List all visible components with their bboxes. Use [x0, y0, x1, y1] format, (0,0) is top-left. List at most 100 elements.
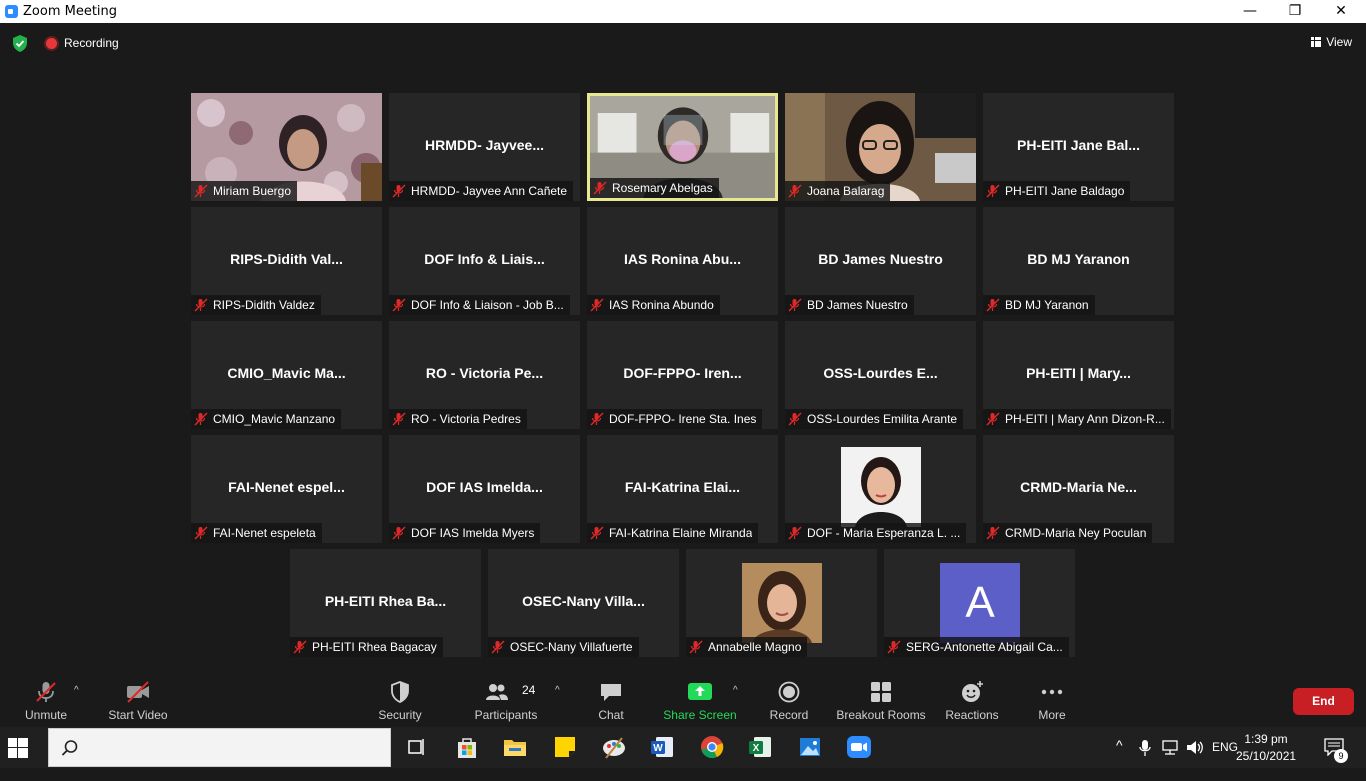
view-button[interactable]: View: [1311, 35, 1352, 49]
record-button[interactable]: Record: [763, 673, 815, 726]
participants-button[interactable]: 24 Participants: [470, 673, 542, 726]
chat-button[interactable]: Chat: [586, 673, 636, 726]
participant-name-label: DOF IAS Imelda Myers: [389, 523, 541, 543]
excel-icon[interactable]: X: [746, 733, 774, 761]
reactions-smile-icon: [962, 681, 983, 702]
file-explorer-icon[interactable]: [501, 733, 529, 761]
participant-tile[interactable]: A SERG-Antonette Abigail Ca...: [884, 549, 1075, 657]
zoom-icon[interactable]: [845, 733, 873, 761]
profile-photo: [841, 447, 921, 527]
participant-tile[interactable]: Annabelle Magno: [686, 549, 877, 657]
volume-tray-icon[interactable]: [1186, 739, 1204, 756]
participant-name-label: RO - Victoria Pedres: [389, 409, 527, 429]
participant-tile[interactable]: RO - Victoria Pe... RO - Victoria Pedres: [389, 321, 580, 429]
participant-display-name: DOF-FPPO- Iren...: [623, 365, 742, 381]
windows-start-icon[interactable]: [8, 738, 28, 758]
microsoft-store-icon[interactable]: [453, 733, 481, 761]
more-button[interactable]: More: [1027, 673, 1077, 726]
svg-text:W: W: [653, 743, 663, 754]
zoom-app-icon: [5, 5, 18, 18]
participant-tile[interactable]: DOF-FPPO- Iren... DOF-FPPO- Irene Sta. In…: [587, 321, 778, 429]
participant-display-name: RIPS-Didith Val...: [230, 251, 343, 267]
mic-muted-icon: [887, 640, 901, 654]
participants-chevron-icon[interactable]: ^: [555, 685, 560, 696]
clock-date: 25/10/2021: [1236, 749, 1297, 763]
taskbar-search-box[interactable]: [48, 728, 391, 767]
participant-tile[interactable]: BD James Nuestro BD James Nuestro: [785, 207, 976, 315]
paint-icon[interactable]: [600, 733, 628, 761]
participant-name: PH-EITI Rhea Bagacay: [312, 640, 437, 654]
recording-label[interactable]: Recording: [64, 36, 119, 50]
participant-tile[interactable]: CMIO_Mavic Ma... CMIO_Mavic Manzano: [191, 321, 382, 429]
search-icon: [61, 740, 78, 756]
recording-dot-icon: [46, 38, 57, 49]
participant-tile[interactable]: FAI-Nenet espel... FAI-Nenet espeleta: [191, 435, 382, 543]
participant-display-name: OSS-Lourdes E...: [823, 365, 938, 381]
participant-tile[interactable]: IAS Ronina Abu... IAS Ronina Abundo: [587, 207, 778, 315]
participant-name: Miriam Buergo: [213, 184, 292, 198]
participant-tile[interactable]: DOF Info & Liais... DOF Info & Liaison - …: [389, 207, 580, 315]
participant-name-label: FAI-Nenet espeleta: [191, 523, 322, 543]
participant-display-name: FAI-Katrina Elai...: [624, 479, 741, 495]
word-icon[interactable]: W: [648, 733, 676, 761]
mic-muted-icon: [986, 184, 1000, 198]
participant-tile[interactable]: HRMDD- Jayvee... HRMDD- Jayvee Ann Cañete: [389, 93, 580, 201]
sticky-notes-icon[interactable]: [551, 733, 579, 761]
participant-tile[interactable]: PH-EITI | Mary... PH-EITI | Mary Ann Dizo…: [983, 321, 1174, 429]
end-meeting-button[interactable]: End: [1293, 688, 1354, 715]
share-screen-button[interactable]: Share Screen: [660, 673, 740, 726]
participant-tile[interactable]: Miriam Buergo: [191, 93, 382, 201]
start-video-label: Start Video: [108, 708, 168, 722]
participant-name-label: IAS Ronina Abundo: [587, 295, 720, 315]
mic-muted-icon: [590, 298, 604, 312]
participant-display-name: PH-EITI Rhea Ba...: [324, 593, 447, 609]
audio-options-chevron-icon[interactable]: ^: [74, 685, 79, 696]
taskbar-clock[interactable]: 1:39 pm 25/10/2021: [1236, 731, 1296, 765]
chrome-icon[interactable]: [698, 733, 726, 761]
participant-name: HRMDD- Jayvee Ann Cañete: [411, 184, 568, 198]
mic-muted-icon: [590, 412, 604, 426]
participant-name-label: DOF - Maria Esperanza L. ...: [785, 523, 967, 543]
mic-muted-icon: [491, 640, 505, 654]
chat-bubble-icon: [601, 684, 621, 701]
restore-button[interactable]: ❐: [1272, 0, 1318, 23]
participant-tile-active-speaker[interactable]: Rosemary Abelgas: [587, 93, 778, 201]
participants-count: 24: [522, 683, 536, 697]
participant-tile[interactable]: OSS-Lourdes E... OSS-Lourdes Emilita Aran…: [785, 321, 976, 429]
unmute-button[interactable]: Unmute: [16, 673, 76, 726]
network-tray-icon[interactable]: [1161, 739, 1179, 756]
input-language-indicator[interactable]: ENG: [1212, 740, 1238, 781]
participant-name-label: FAI-Katrina Elaine Miranda: [587, 523, 759, 543]
share-options-chevron-icon[interactable]: ^: [733, 685, 738, 696]
participant-name-label: SERG-Antonette Abigail Ca...: [884, 637, 1069, 657]
participant-tile[interactable]: PH-EITI Rhea Ba... PH-EITI Rhea Bagacay: [290, 549, 481, 657]
participant-tile[interactable]: Joana Balarag: [785, 93, 976, 201]
participant-tile[interactable]: CRMD-Maria Ne... CRMD-Maria Ney Poculan: [983, 435, 1174, 543]
participant-tile[interactable]: BD MJ Yaranon BD MJ Yaranon: [983, 207, 1174, 315]
breakout-rooms-button[interactable]: Breakout Rooms: [834, 673, 928, 726]
close-button[interactable]: ✕: [1318, 0, 1364, 23]
tray-chevron-icon[interactable]: ^: [1116, 737, 1123, 778]
photos-icon[interactable]: [796, 733, 824, 761]
record-icon: [778, 681, 800, 703]
notification-count-badge: 9: [1334, 749, 1348, 763]
participant-tile[interactable]: OSEC-Nany Villa... OSEC-Nany Villafuerte: [488, 549, 679, 657]
reactions-button[interactable]: Reactions: [942, 673, 1002, 726]
minimize-button[interactable]: —: [1227, 0, 1273, 23]
security-button[interactable]: Security: [370, 673, 430, 726]
start-video-button[interactable]: Start Video: [102, 673, 174, 726]
participant-name: DOF Info & Liaison - Job B...: [411, 298, 564, 312]
reactions-label: Reactions: [945, 708, 999, 722]
taskbar-search-input[interactable]: [89, 737, 383, 761]
participant-tile[interactable]: RIPS-Didith Val... RIPS-Didith Valdez: [191, 207, 382, 315]
task-view-icon[interactable]: [402, 733, 430, 761]
participant-tile[interactable]: DOF IAS Imelda... DOF IAS Imelda Myers: [389, 435, 580, 543]
more-dots-icon: [1041, 689, 1063, 695]
microphone-tray-icon[interactable]: [1138, 739, 1152, 757]
participant-tile[interactable]: PH-EITI Jane Bal... PH-EITI Jane Baldago: [983, 93, 1174, 201]
participant-tile[interactable]: FAI-Katrina Elai... FAI-Katrina Elaine Mi…: [587, 435, 778, 543]
shield-check-icon[interactable]: [12, 35, 28, 52]
windows-taskbar: W X ^ ENG 1:39 pm 25/10/2021 9: [0, 727, 1366, 768]
participant-tile[interactable]: DOF - Maria Esperanza L. ...: [785, 435, 976, 543]
mic-muted-icon: [986, 412, 1000, 426]
